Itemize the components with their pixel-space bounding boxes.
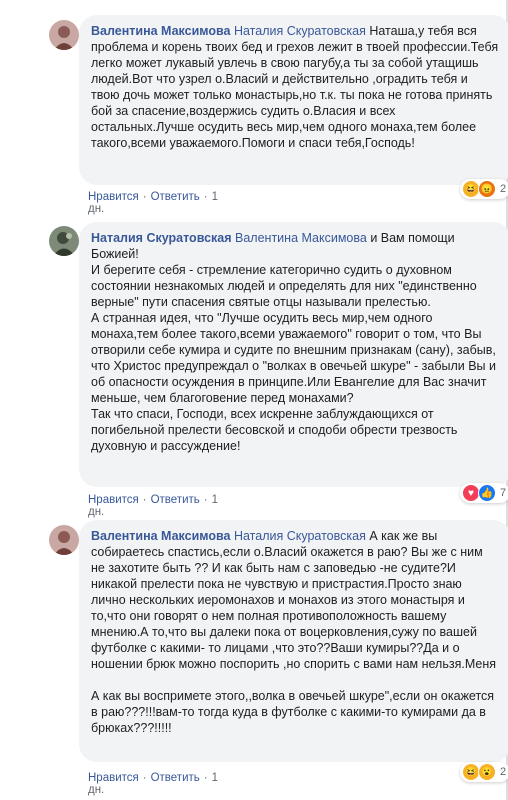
separator: · — [142, 772, 147, 784]
comment-bubble: Валентина Максимова Наталия Скуратовская… — [79, 520, 508, 762]
reply-button[interactable]: Ответить — [151, 494, 200, 506]
comment-actions: Нравится · Ответить · 1 дн. — [88, 191, 218, 215]
like-button[interactable]: Нравится — [88, 494, 139, 506]
comment-author[interactable]: Валентина Максимова — [91, 529, 230, 543]
reaction-summary[interactable]: ♥ 👍 7 — [460, 483, 508, 503]
comment-mention[interactable]: Валентина Максимова — [235, 231, 367, 245]
like-button[interactable]: Нравится — [88, 772, 139, 784]
comment-mention[interactable]: Наталия Скуратовская — [234, 24, 366, 38]
reaction-count: 2 — [500, 183, 507, 195]
comment-bubble: Валентина Максимова Наталия Скуратовская… — [79, 15, 508, 185]
like-button[interactable]: Нравится — [88, 191, 139, 203]
reaction-count: 2 — [500, 766, 507, 778]
separator: · — [203, 494, 208, 506]
separator: · — [203, 191, 208, 203]
comment-bubble: Наталия Скуратовская Валентина Максимова… — [79, 222, 508, 487]
avatar[interactable] — [49, 525, 79, 555]
comment-author[interactable]: Наталия Скуратовская — [91, 231, 232, 245]
separator: · — [203, 772, 208, 784]
comment-text: Наташа,у тебя вся проблема и корень твои… — [91, 24, 502, 150]
separator: · — [142, 191, 147, 203]
angry-icon: 😠 — [478, 180, 496, 198]
reply-button[interactable]: Ответить — [151, 191, 200, 203]
comment-mention[interactable]: Наталия Скуратовская — [234, 529, 366, 543]
reaction-summary[interactable]: 😆 😠 2 — [460, 179, 508, 199]
comment-author[interactable]: Валентина Максимова — [91, 24, 230, 38]
like-icon: 👍 — [478, 484, 496, 502]
reaction-count: 7 — [500, 487, 507, 499]
wow-icon: 😮 — [478, 763, 496, 781]
avatar[interactable] — [49, 226, 79, 256]
reaction-summary[interactable]: 😆 😮 2 — [460, 762, 508, 782]
comment-actions: Нравится · Ответить · 1 дн. — [88, 772, 218, 796]
avatar[interactable] — [49, 20, 79, 50]
comment-text: и Вам помощи Божией! И берегите себя - с… — [91, 231, 496, 453]
reply-button[interactable]: Ответить — [151, 772, 200, 784]
separator: · — [142, 494, 147, 506]
comment-actions: Нравится · Ответить · 1 дн. — [88, 494, 218, 518]
comment-text: А как же вы собираетесь спастись,если о.… — [91, 529, 496, 735]
